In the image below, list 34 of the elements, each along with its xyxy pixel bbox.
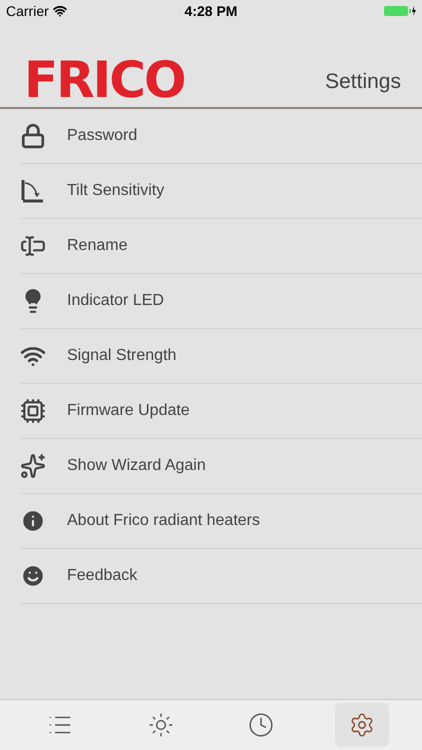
smiley-icon: [20, 563, 46, 589]
settings-item[interactable]: Tilt Sensitivity: [20, 164, 422, 219]
clock-icon: [248, 712, 274, 738]
item-label: Password: [67, 126, 138, 146]
settings-item[interactable]: Password: [20, 109, 422, 164]
settings-item[interactable]: Show Wizard Again: [20, 439, 422, 494]
item-label: Signal Strength: [67, 346, 176, 366]
item-label: Show Wizard Again: [67, 456, 206, 476]
item-label: Indicator LED: [67, 291, 164, 311]
chip-icon: [20, 398, 46, 424]
frico-logo: FRICO: [24, 55, 184, 105]
tilt-icon: [20, 178, 46, 204]
settings-item[interactable]: Firmware Update: [20, 384, 422, 439]
carrier-label: Carrier: [6, 2, 49, 20]
settings-item[interactable]: Rename: [20, 219, 422, 274]
star-icon: [20, 453, 46, 479]
item-label: Firmware Update: [67, 401, 190, 421]
info-icon: [20, 508, 46, 534]
settings-item[interactable]: About Frico radiant heaters: [20, 494, 422, 549]
tab-button[interactable]: [334, 703, 389, 747]
sun-icon: [148, 712, 174, 738]
settings-icon: [348, 712, 375, 738]
item-label: Tilt Sensitivity: [67, 181, 164, 201]
item-label: About Frico radiant heaters: [67, 511, 260, 531]
item-label: Rename: [67, 236, 128, 256]
wifi-icon: [52, 4, 67, 18]
battery-icon: [384, 5, 416, 17]
settings-item[interactable]: Signal Strength: [20, 329, 422, 384]
settings-item[interactable]: Feedback: [20, 549, 422, 604]
clock-time: 4:28 PM: [184, 2, 238, 20]
page-title: Settings: [325, 68, 401, 94]
lock-icon: [20, 123, 46, 149]
item-label: Feedback: [67, 566, 138, 586]
settings-item[interactable]: Indicator LED: [20, 274, 422, 329]
